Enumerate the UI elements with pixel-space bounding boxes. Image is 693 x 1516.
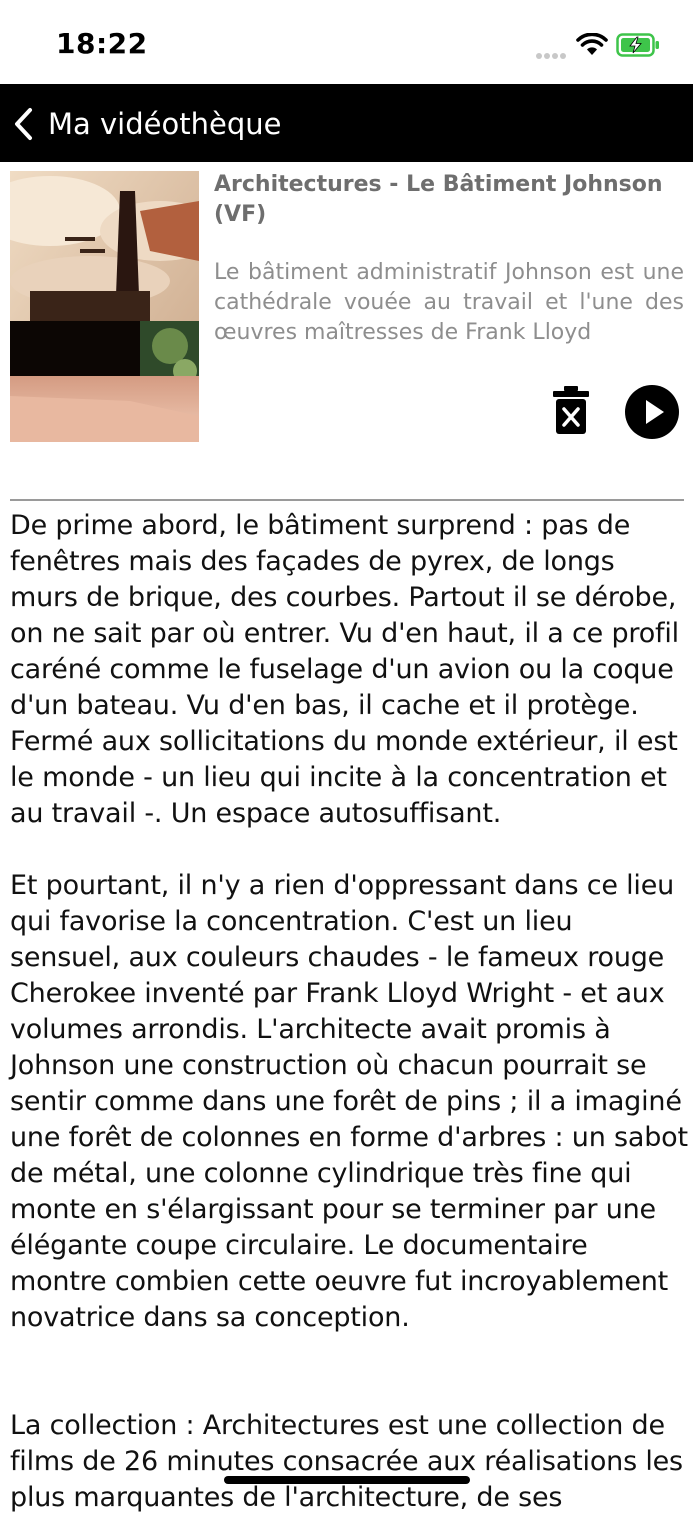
home-indicator[interactable] — [224, 1476, 470, 1484]
chevron-left-icon — [15, 108, 32, 140]
cellular-signal-icon — [536, 46, 568, 64]
description-paragraph: De prime abord, le bâtiment surprend : p… — [10, 510, 679, 829]
back-button[interactable]: Ma vidéothèque — [12, 102, 281, 146]
back-button-label: Ma vidéothèque — [48, 107, 282, 141]
video-full-description: De prime abord, le bâtiment surprend : p… — [10, 508, 688, 1516]
video-thumbnail-image — [10, 171, 199, 442]
play-icon — [625, 385, 679, 439]
play-button[interactable] — [624, 384, 680, 440]
navigation-bar: Ma vidéothèque — [0, 84, 693, 162]
divider — [10, 499, 684, 501]
status-time: 18:22 — [56, 27, 148, 60]
video-description: Le bâtiment administratif Johnson est un… — [214, 260, 684, 345]
status-bar: 18:22 — [0, 0, 693, 84]
video-title: Architectures - Le Bâtiment Johnson (VF) — [214, 172, 663, 227]
battery-charging-icon — [616, 33, 659, 57]
description-paragraph: Et pourtant, il n'y a rien d'oppressant … — [10, 870, 688, 1333]
wifi-icon — [576, 33, 608, 55]
delete-button[interactable] — [550, 384, 592, 436]
delete-icon — [553, 386, 589, 434]
video-thumbnail[interactable] — [10, 171, 199, 442]
